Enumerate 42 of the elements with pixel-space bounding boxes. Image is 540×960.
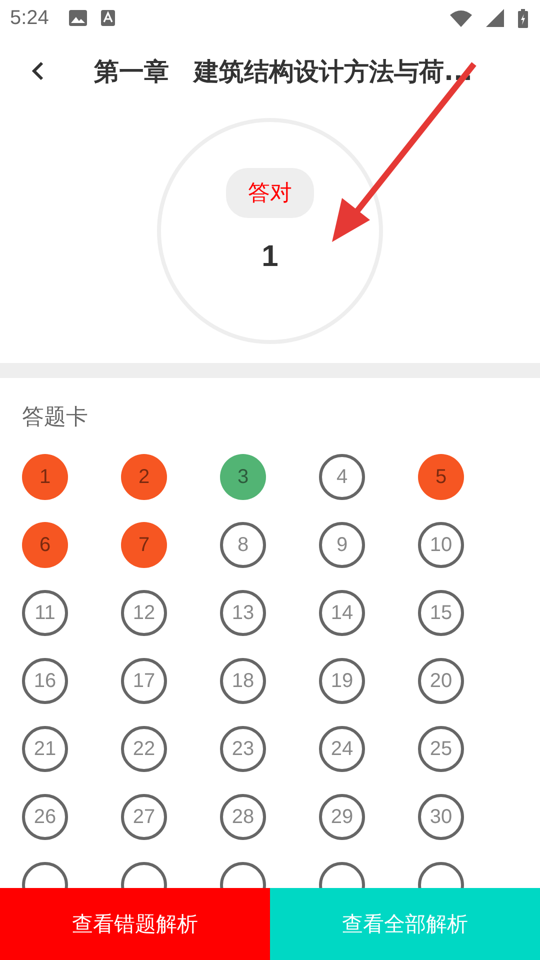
question-number[interactable]: 21: [22, 726, 68, 772]
wifi-icon: [450, 10, 472, 26]
question-number[interactable]: 30: [418, 794, 464, 840]
question-number[interactable]: 28: [220, 794, 266, 840]
question-number[interactable]: 10: [418, 522, 464, 568]
analysis-button[interactable]: 查看错题解析: [0, 888, 270, 960]
back-icon: [32, 61, 44, 81]
question-number[interactable]: 19: [319, 658, 365, 704]
question-number[interactable]: 11: [22, 590, 68, 636]
question-number[interactable]: 29: [319, 794, 365, 840]
question-number[interactable]: 15: [418, 590, 464, 636]
question-number[interactable]: 18: [220, 658, 266, 704]
analysis-button[interactable]: 查看全部解析: [270, 888, 540, 960]
question-number[interactable]: 3: [220, 454, 266, 500]
question-number[interactable]: 7: [121, 522, 167, 568]
question-number[interactable]: 25: [418, 726, 464, 772]
question-number[interactable]: 26: [22, 794, 68, 840]
question-number[interactable]: 4: [319, 454, 365, 500]
question-number[interactable]: 17: [121, 658, 167, 704]
image-icon: [68, 10, 87, 26]
section-title: 答题卡: [22, 404, 89, 432]
question-number[interactable]: 9: [319, 522, 365, 568]
question-number[interactable]: 20: [418, 658, 464, 704]
question-number[interactable]: 13: [220, 590, 266, 636]
correct-label: 答对: [226, 168, 314, 218]
question-number[interactable]: 24: [319, 726, 365, 772]
battery-icon: [518, 8, 528, 28]
question-number[interactable]: 1: [22, 454, 68, 500]
question-number[interactable]: 14: [319, 590, 365, 636]
question-number[interactable]: 6: [22, 522, 68, 568]
correct-count: 1: [262, 240, 278, 274]
text-icon: [100, 10, 115, 26]
question-number[interactable]: 2: [121, 454, 167, 500]
question-number[interactable]: 5: [418, 454, 464, 500]
status-time: 5:24: [10, 6, 49, 30]
question-number[interactable]: 22: [121, 726, 167, 772]
signal-icon: [486, 9, 504, 27]
question-number[interactable]: 12: [121, 590, 167, 636]
question-number[interactable]: 27: [121, 794, 167, 840]
question-number[interactable]: 16: [22, 658, 68, 704]
question-number[interactable]: 23: [220, 726, 266, 772]
question-number[interactable]: 8: [220, 522, 266, 568]
